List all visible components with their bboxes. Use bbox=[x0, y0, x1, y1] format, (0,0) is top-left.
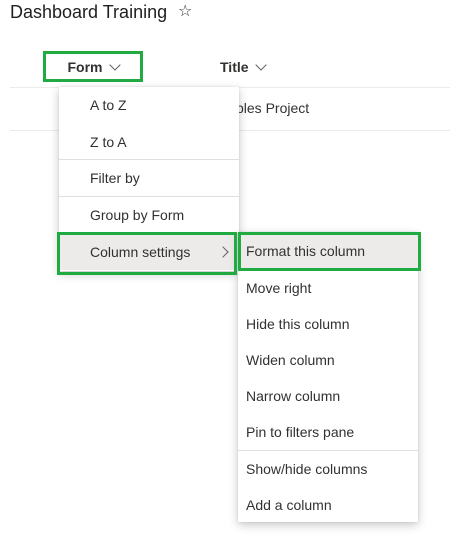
table-cell-title[interactable]: ples Project bbox=[236, 100, 309, 116]
column-settings-submenu: Format this column Move right Hide this … bbox=[238, 232, 418, 522]
column-header-label: Title bbox=[220, 59, 249, 75]
menu-item-format-this-column[interactable]: Format this column bbox=[238, 233, 418, 269]
menu-item-show-hide-columns[interactable]: Show/hide columns bbox=[238, 451, 418, 487]
chevron-right-icon bbox=[217, 246, 229, 258]
menu-item-group-by[interactable]: Group by Form bbox=[59, 197, 239, 233]
menu-item-pin-to-filters-pane[interactable]: Pin to filters pane bbox=[238, 414, 418, 450]
chevron-down-icon bbox=[254, 58, 267, 71]
column-context-menu: A to Z Z to A Filter by Group by Form Co… bbox=[59, 87, 239, 271]
menu-item-move-right[interactable]: Move right bbox=[238, 270, 418, 306]
menu-item-sort-a-to-z[interactable]: A to Z bbox=[59, 87, 239, 123]
chevron-down-icon bbox=[108, 58, 121, 71]
menu-item-filter-by[interactable]: Filter by bbox=[59, 160, 239, 196]
column-header-form[interactable]: Form bbox=[44, 50, 142, 84]
menu-item-column-settings[interactable]: Column settings bbox=[59, 234, 239, 270]
star-outline-icon[interactable]: ☆ bbox=[178, 2, 192, 22]
column-header-title[interactable]: Title bbox=[220, 50, 300, 84]
column-header-label: Form bbox=[67, 59, 103, 75]
menu-item-widen-column[interactable]: Widen column bbox=[238, 342, 418, 378]
menu-item-sort-z-to-a[interactable]: Z to A bbox=[59, 124, 239, 160]
menu-item-narrow-column[interactable]: Narrow column bbox=[238, 378, 418, 414]
menu-item-label: Column settings bbox=[90, 244, 191, 260]
menu-item-add-a-column[interactable]: Add a column bbox=[238, 487, 418, 523]
list-header-row: Form Title bbox=[0, 50, 450, 84]
page-title: Dashboard Training bbox=[10, 2, 168, 22]
menu-item-hide-this-column[interactable]: Hide this column bbox=[238, 306, 418, 342]
